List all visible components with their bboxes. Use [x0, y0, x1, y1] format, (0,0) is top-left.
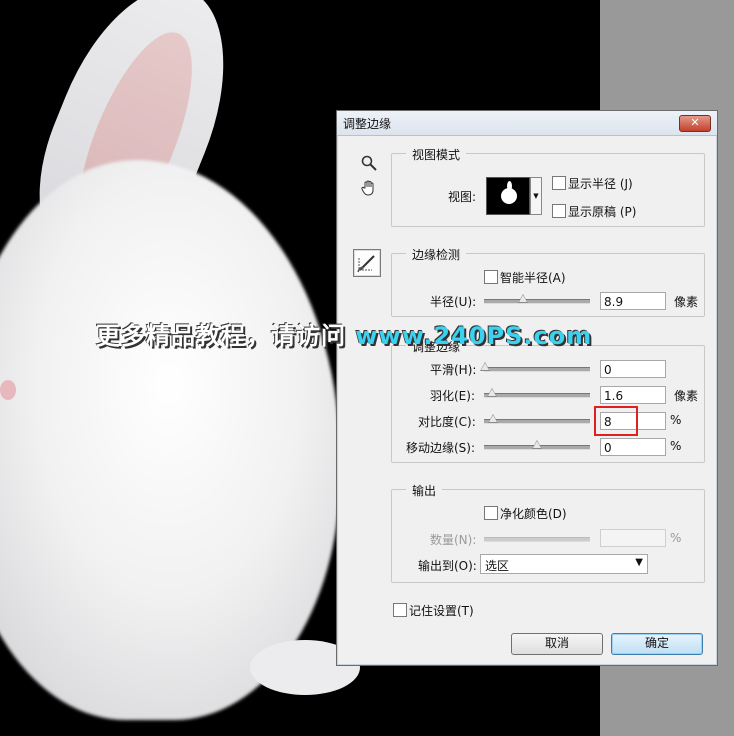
view-thumbnail[interactable] [486, 177, 530, 215]
smooth-slider-knob[interactable] [480, 362, 490, 371]
adjust-edge-group: 调整边缘 平滑(H): 0 羽化(E): 1.6 像素 对比度(C): 8 % … [391, 338, 705, 463]
edge-detection-group: 边缘检测 智能半径(A) 半径(U): 8.9 像素 [391, 246, 705, 317]
feather-unit: 像素 [674, 389, 699, 403]
view-label: 视图: [448, 190, 477, 204]
contrast-label: 对比度(C): [418, 415, 476, 429]
feather-slider-knob[interactable] [487, 388, 497, 397]
show-radius-label: 显示半径 (J) [568, 177, 633, 191]
cancel-button[interactable]: 取消 [511, 633, 603, 655]
show-radius-checkbox[interactable] [552, 176, 566, 190]
rabbit-thumb [501, 188, 517, 204]
view-mode-group: 视图模式 视图: ▼ 显示半径 (J) 显示原稿 (P) [391, 146, 705, 227]
dialog-title: 调整边缘 [343, 117, 392, 131]
amount-slider[interactable] [484, 537, 590, 542]
watermark-text: 更多精品教程，请访问 [96, 322, 356, 350]
close-icon: ✕ [690, 116, 700, 129]
remember-settings-label: 记住设置(T) [409, 604, 474, 618]
feather-slider[interactable] [484, 393, 590, 398]
contrast-highlight-box [594, 406, 638, 436]
output-title: 输出 [406, 482, 443, 499]
shift-edge-unit: % [670, 439, 682, 453]
radius-label: 半径(U): [430, 295, 477, 309]
view-mode-title: 视图模式 [406, 146, 467, 163]
zoom-tool[interactable] [357, 155, 381, 177]
smooth-slider[interactable] [484, 367, 590, 372]
amount-unit: % [670, 531, 682, 545]
dialog-titlebar[interactable]: 调整边缘 ✕ [337, 111, 717, 136]
hand-icon [361, 180, 374, 196]
radius-slider-knob[interactable] [518, 294, 528, 303]
hand-tool[interactable] [357, 179, 381, 201]
watermark: 更多精品教程，请访问 www.240PS.com [96, 316, 592, 351]
decontaminate-checkbox[interactable] [484, 506, 498, 520]
contrast-slider[interactable] [484, 419, 590, 424]
smart-radius-label: 智能半径(A) [500, 271, 566, 285]
refine-radius-tool[interactable] [353, 249, 381, 277]
radius-slider[interactable] [484, 299, 590, 304]
contrast-slider-knob[interactable] [488, 414, 498, 423]
watermark-url: www.240PS.com [355, 322, 593, 350]
view-dropdown[interactable]: ▼ [530, 177, 542, 215]
amount-label: 数量(N): [430, 533, 477, 547]
rabbit-body [0, 160, 340, 720]
edge-detection-title: 边缘检测 [406, 246, 467, 263]
output-group: 输出 净化颜色(D) 数量(N): % 输出到(O): 选区 ▼ [391, 482, 705, 583]
close-button[interactable]: ✕ [679, 115, 711, 132]
smart-radius-checkbox[interactable] [484, 270, 498, 284]
remember-settings-checkbox[interactable] [393, 603, 407, 617]
amount-input[interactable] [600, 529, 666, 547]
feather-input[interactable]: 1.6 [600, 386, 666, 404]
smooth-label: 平滑(H): [430, 363, 477, 377]
shift-edge-label: 移动边缘(S): [406, 441, 476, 455]
shift-edge-slider-knob[interactable] [532, 440, 542, 449]
ok-button[interactable]: 确定 [611, 633, 703, 655]
rabbit-eye [0, 380, 16, 400]
show-original-checkbox[interactable] [552, 204, 566, 218]
output-to-select[interactable]: 选区 ▼ [480, 554, 648, 574]
decontaminate-label: 净化颜色(D) [500, 507, 567, 521]
output-to-value: 选区 [485, 559, 510, 573]
smooth-input[interactable]: 0 [600, 360, 666, 378]
output-to-label: 输出到(O): [418, 559, 477, 573]
radius-input[interactable]: 8.9 [600, 292, 666, 310]
contrast-unit: % [670, 413, 682, 427]
magnifier-icon [361, 155, 377, 171]
radius-unit: 像素 [674, 295, 699, 309]
show-original-label: 显示原稿 (P) [568, 205, 637, 219]
refine-edge-dialog: 调整边缘 ✕ 视图模式 视图: ▼ 显示半径 (J) 显示原稿 (P) 边缘检测… [336, 110, 718, 666]
shift-edge-input[interactable]: 0 [600, 438, 666, 456]
triangle-down-icon: ▼ [533, 192, 539, 200]
dropdown-arrow-icon: ▼ [635, 557, 643, 568]
brush-icon [357, 255, 375, 273]
feather-label: 羽化(E): [430, 389, 475, 403]
